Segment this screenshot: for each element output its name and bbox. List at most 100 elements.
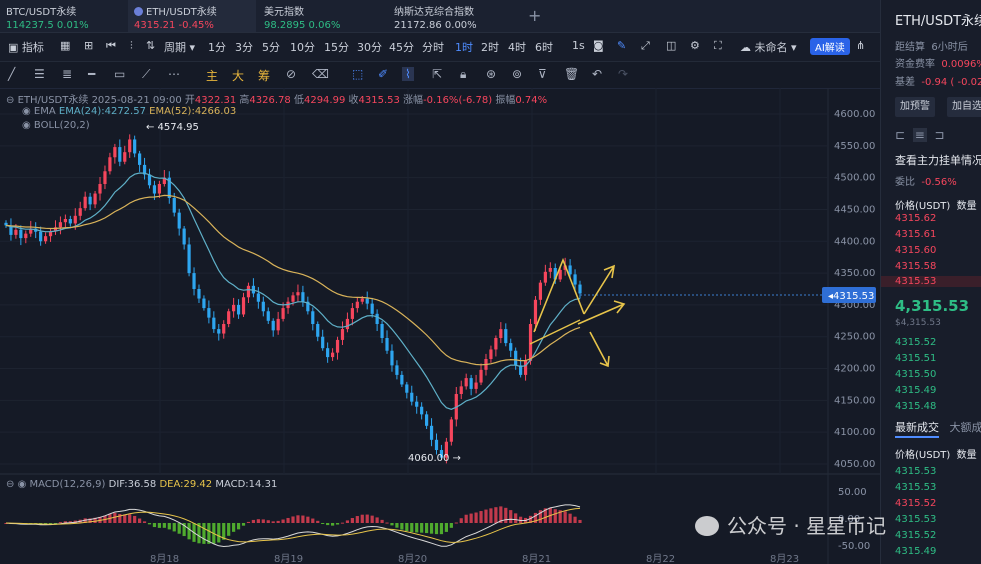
candle-body [311,311,315,324]
expand-icon[interactable]: ⤢ [641,39,650,53]
candle-body [88,196,92,205]
interval-6h[interactable]: 6时 [535,39,553,55]
eye-icon[interactable]: ◉ [18,479,27,490]
share-icon[interactable]: ⋔ [856,39,865,52]
macd-histogram-bar [335,523,340,525]
split-icon[interactable]: ⊞ [84,39,93,52]
tab-btc[interactable]: BTC/USDT永续 114237.5 0.01% [0,0,128,32]
bid-row[interactable]: 4315.48 [895,401,936,412]
tab-dxy[interactable]: 美元指数 98.2895 0.06% [258,0,388,32]
ai-analysis-button[interactable]: AI解读 [810,38,850,55]
orderbook-both-icon[interactable]: ⊏ [895,128,905,142]
fib-tool-icon[interactable]: ≣ [62,67,72,81]
candle-body [316,324,320,337]
settings-gear-icon[interactable]: ⚙ [690,39,700,52]
add-alert-button[interactable]: 加预警 [895,97,935,117]
period-dropdown[interactable]: 周期 ▾ [164,39,195,55]
bid-row[interactable]: 4315.50 [895,369,936,380]
macd-histogram-bar [281,519,285,523]
interval-timeline[interactable]: 分时 [422,39,444,55]
magnet-icon[interactable]: ⊘ [286,67,296,81]
interval-4h[interactable]: 4时 [508,39,526,55]
cloud-layout-dropdown[interactable]: ☁ 未命名 ▾ [740,39,797,55]
ray-tool-icon[interactable]: ⟋ [142,67,150,82]
orderbook-bids-icon[interactable]: ⊐ [934,128,944,142]
bid-row[interactable]: 4315.51 [895,353,936,364]
main-orders-link[interactable]: 查看主力挂单情况 [895,152,981,168]
more-tools-icon[interactable]: ⋯ [168,67,180,81]
bar-type-icon[interactable]: ⫶ [130,39,133,53]
path-tool-icon[interactable]: ⌇ [402,67,414,81]
ask-row[interactable]: 4315.62 [895,213,936,224]
rewind-icon[interactable]: ⏮ [106,39,116,53]
eye-icon[interactable]: ◉ [22,120,31,131]
camera-icon[interactable]: ◙ [593,39,604,52]
collapse-icon[interactable]: ⊖ [6,95,14,106]
candle-body [113,147,117,158]
eraser-icon[interactable]: ⌫ [312,67,329,81]
orderbook-list-icon[interactable]: ≡ [912,128,927,142]
candle-body [14,229,18,235]
tab-nasdaq[interactable]: 纳斯达克综合指数 21172.86 0.00% [388,0,523,32]
add-favorite-button[interactable]: 加自选 [947,97,981,117]
filter-icon[interactable]: ⊽ [538,67,547,81]
horizontal-line-icon[interactable]: ━ [88,67,95,81]
redo-icon[interactable]: ↷ [618,67,628,81]
interval-2h[interactable]: 2时 [481,39,499,55]
interval-5m[interactable]: 5分 [262,39,280,55]
bid-row[interactable]: 4315.52 [895,337,936,348]
ema-label: EMA [33,106,56,117]
candle-body [182,228,186,245]
brush-icon[interactable]: ✐ [378,67,388,81]
pointer-icon[interactable]: ⇱ [432,67,442,81]
fullscreen-icon[interactable]: ⛶ [714,39,722,53]
collapse-icon[interactable]: ⊖ [6,479,14,490]
ruler-icon[interactable]: ⊚ [512,67,522,81]
price-tick-label: 4550.00 [834,141,875,152]
interval-1h[interactable]: 1时 [455,39,473,55]
macd-histogram-bar [291,516,295,523]
tab-change: 0.01% [56,20,89,31]
trendline-tool-icon[interactable]: ╱ [8,67,15,81]
candle-body [138,153,142,165]
tab-latest-trades[interactable]: 最新成交 [895,421,939,438]
sort-icon[interactable]: ⇅ [146,39,155,52]
tab-eth[interactable]: ETH/USDT永续 4315.21 -0.45% [128,0,256,32]
interval-15m[interactable]: 15分 [324,39,349,55]
interval-10m[interactable]: 10分 [290,39,315,55]
ask-row[interactable]: 4315.60 [895,245,936,256]
candlestick-chart-svg[interactable]: 4600.00 4550.00 4500.00 4450.00 4400.00 4350.… [0,88,880,564]
interval-30m[interactable]: 30分 [357,39,382,55]
price-chart[interactable]: 4600.00 4550.00 4500.00 4450.00 4400.00 4350.… [0,88,880,564]
bid-row[interactable]: 4315.49 [895,385,936,396]
interval-1s[interactable]: 1s [572,39,585,52]
layout-icon[interactable]: ◫ [666,39,676,52]
rectangle-tool-icon[interactable]: ▭ [114,67,125,81]
main-indicator-toggle[interactable]: 主 [206,67,218,84]
candle-body [197,289,201,299]
interval-45m[interactable]: 45分 [389,39,414,55]
cursor-mode-icon[interactable]: ⬚ [352,67,363,81]
candle-body [192,273,196,289]
tag-icon[interactable]: ⊛ [486,67,496,81]
add-tab-plus-icon[interactable]: + [528,6,541,25]
undo-icon[interactable]: ↶ [592,67,602,81]
macd-tick-label: -50.00 [838,541,870,552]
interval-1m[interactable]: 1分 [208,39,226,55]
chip-distribution-toggle[interactable]: 筹 [258,67,270,84]
macd-histogram-bar [563,511,567,523]
ask-row[interactable]: 4315.58 [895,261,936,272]
indicator-button[interactable]: ▣ 指标 [8,39,44,55]
calendar-icon[interactable]: ▦ [60,39,70,52]
interval-3m[interactable]: 3分 [235,39,253,55]
candle-body [509,343,513,351]
ask-row[interactable]: 4315.53 [881,276,981,287]
eye-icon[interactable]: ◉ [22,106,31,117]
ask-row[interactable]: 4315.61 [895,229,936,240]
parallel-lines-icon[interactable]: ☰ [34,67,45,81]
tab-large-trades[interactable]: 大额成交 [950,421,981,434]
trash-icon[interactable]: 🗑︎ [564,67,579,81]
large-order-toggle[interactable]: 大 [232,67,244,84]
lock-icon[interactable]: 🔒︎ [460,67,466,82]
pen-icon[interactable]: ✎ [617,39,626,52]
